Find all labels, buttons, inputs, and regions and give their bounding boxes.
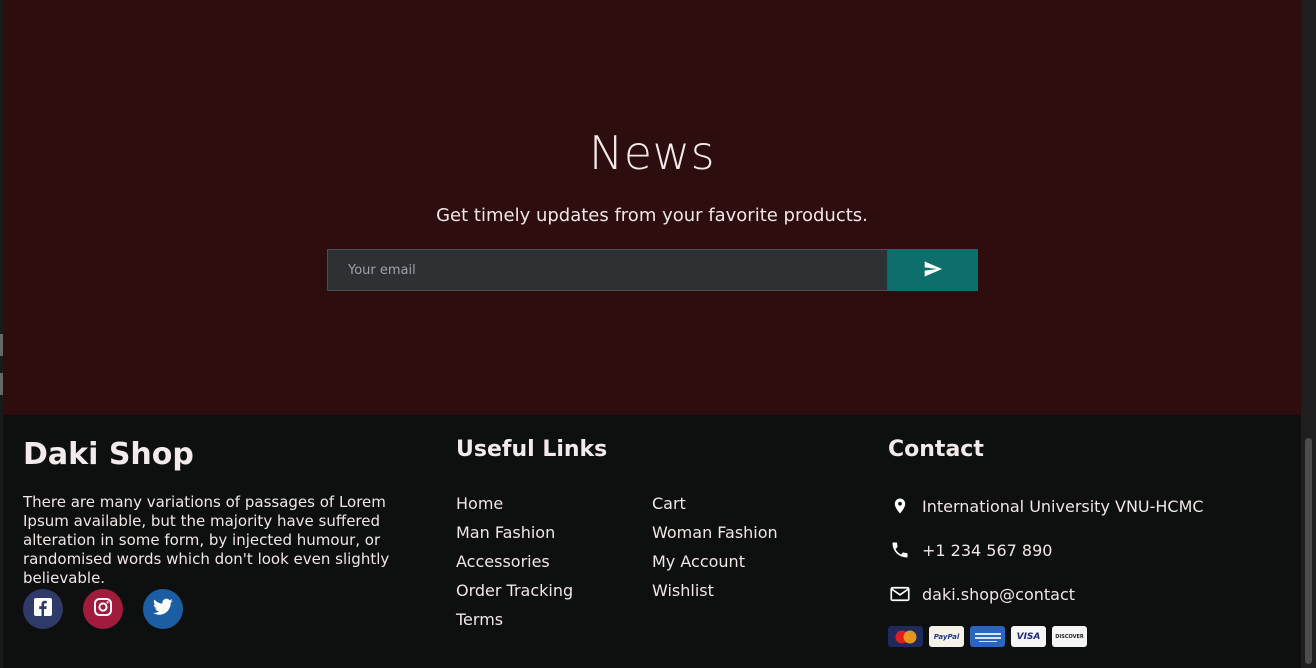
news-title: News [588, 126, 716, 180]
news-section: News Get timely updates from your favori… [3, 0, 1301, 415]
useful-links-heading: Useful Links [456, 437, 608, 462]
mastercard-icon [888, 626, 923, 647]
link-home[interactable]: Home [456, 494, 503, 513]
link-order-tracking[interactable]: Order Tracking [456, 581, 573, 600]
visa-icon: VISA [1011, 626, 1046, 647]
about-text: There are many variations of passages of… [23, 493, 390, 587]
amex-icon [970, 626, 1005, 647]
link-wishlist[interactable]: Wishlist [652, 581, 714, 600]
link-man-fashion[interactable]: Man Fashion [456, 523, 555, 542]
email-input[interactable] [327, 249, 888, 291]
contact-address: International University VNU-HCMC [888, 494, 1204, 518]
page-scrollbar[interactable] [1301, 0, 1316, 668]
newsletter-form [327, 249, 978, 291]
twitter-button[interactable] [143, 589, 183, 629]
instagram-button[interactable] [83, 589, 123, 629]
link-my-account[interactable]: My Account [652, 552, 745, 571]
email-text: daki.shop@contact [922, 584, 1076, 604]
footer: Daki Shop There are many variations of p… [3, 415, 1301, 668]
payment-methods: PayPal VISA DISCOVER [888, 626, 1087, 647]
phone-text: +1 234 567 890 [922, 540, 1053, 560]
contact-heading: Contact [888, 437, 984, 462]
brand-name: Daki Shop [23, 437, 194, 472]
send-icon [922, 259, 944, 282]
link-woman-fashion[interactable]: Woman Fashion [652, 523, 778, 542]
news-subtitle: Get timely updates from your favorite pr… [436, 205, 868, 226]
facebook-icon [33, 597, 53, 621]
contact-phone: +1 234 567 890 [888, 538, 1052, 562]
instagram-icon [93, 597, 113, 621]
send-button[interactable] [888, 249, 978, 291]
twitter-icon [153, 598, 173, 620]
link-cart[interactable]: Cart [652, 494, 686, 513]
contact-email: daki.shop@contact [888, 582, 1075, 606]
link-accessories[interactable]: Accessories [456, 552, 550, 571]
location-pin-icon [888, 494, 912, 518]
discover-icon: DISCOVER [1052, 626, 1087, 647]
address-text: International University VNU-HCMC [922, 496, 1204, 516]
scrollbar-thumb[interactable] [1305, 438, 1312, 664]
paypal-icon: PayPal [929, 626, 964, 647]
facebook-button[interactable] [23, 589, 63, 629]
mail-icon [888, 582, 912, 606]
link-terms[interactable]: Terms [456, 610, 503, 629]
phone-icon [888, 538, 912, 562]
